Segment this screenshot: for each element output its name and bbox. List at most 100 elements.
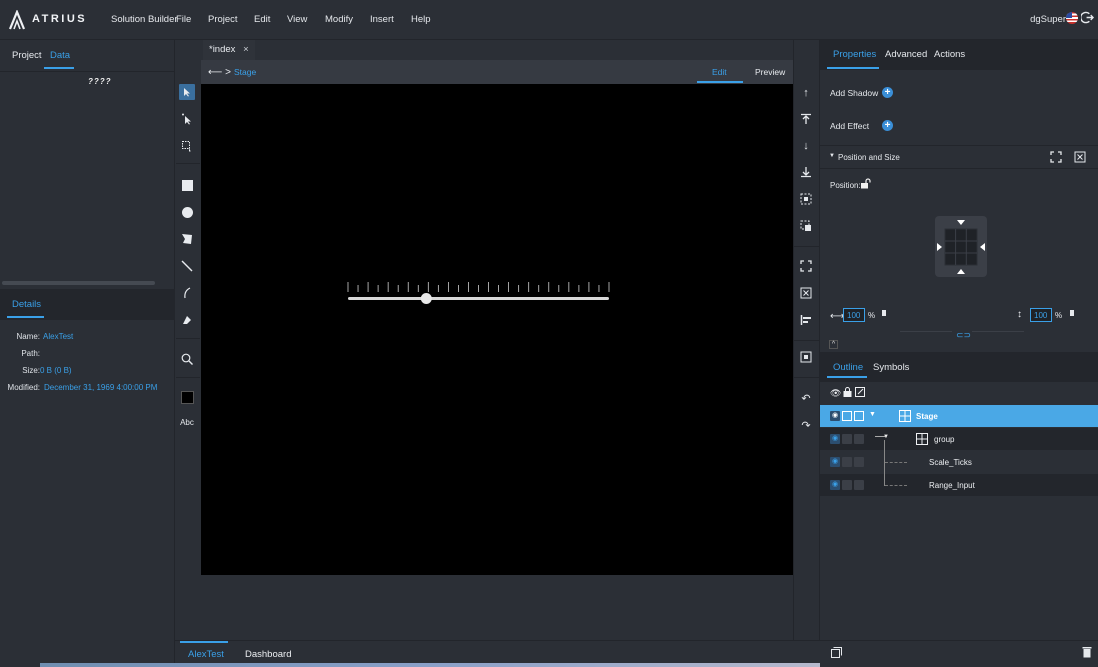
visibility-toggle[interactable]: ◉ [830,480,840,490]
edit-toggle[interactable] [854,434,864,444]
height-stepper[interactable] [1070,310,1074,316]
undo-icon[interactable]: ↶ [799,391,813,405]
outline-label: Range_Input [929,481,975,490]
lock-toggle[interactable] [842,434,852,444]
fit-screen-icon[interactable] [1050,151,1062,165]
edit-header-icon[interactable] [855,387,865,399]
anchor-widget[interactable] [935,216,987,277]
visibility-toggle[interactable]: ◉ [830,434,840,444]
visibility-toggle[interactable]: ◉ [830,457,840,467]
outline-row-group[interactable]: ◉ ▼ group [820,428,1098,450]
lock-toggle[interactable] [842,411,852,421]
width-input[interactable]: 100 [843,308,865,322]
left-scrollbar[interactable] [2,281,155,285]
username[interactable]: dgSuper [1030,14,1066,25]
collapse-triangle-icon[interactable]: ▼ [829,153,835,159]
tab-alextest[interactable]: AlexTest [188,649,224,660]
mode-edit-button[interactable]: Edit [712,67,727,77]
arc-tool-icon[interactable] [179,285,195,301]
data-logo: ???? [88,77,112,86]
menu-help[interactable]: Help [411,14,431,25]
fill-color-swatch[interactable] [179,389,195,405]
width-stepper[interactable] [882,310,886,316]
zoom-tool-icon[interactable] [179,351,195,367]
height-arrow-icon: ↕ [1017,309,1022,320]
group-icon [916,433,928,447]
stage-canvas[interactable] [201,84,793,575]
edit-toggle[interactable] [854,411,864,421]
duplicate-icon[interactable] [831,647,842,660]
send-backward-icon[interactable]: ↓ [799,139,813,153]
marquee-tool-icon[interactable] [179,138,195,154]
bring-to-front-icon[interactable] [799,112,813,126]
distribute-icon[interactable] [799,350,813,364]
menu-edit[interactable]: Edit [254,14,270,25]
ungroup-icon[interactable] [799,219,813,233]
select-tool-icon[interactable] [179,84,195,100]
logout-icon[interactable] [1081,11,1094,24]
trash-icon[interactable] [1082,646,1092,660]
group-icon[interactable] [799,192,813,206]
collapse-section-icon[interactable]: ^ [829,340,838,349]
menu-insert[interactable]: Insert [370,14,394,25]
direct-select-tool-icon[interactable] [179,111,195,127]
bring-forward-icon[interactable]: ↑ [799,86,813,100]
tab-dashboard[interactable]: Dashboard [245,649,291,660]
visibility-toggle[interactable]: ◉ [830,411,840,421]
back-arrow-icon[interactable]: ⟵ > [208,67,231,78]
ellipse-tool-icon[interactable] [179,204,195,220]
visibility-header-icon[interactable]: 👁 [830,388,841,399]
range-slider-widget[interactable] [340,276,620,310]
tab-project[interactable]: Project [12,50,42,61]
fit-selection-icon[interactable] [799,286,813,300]
redo-icon[interactable]: ↷ [799,418,813,432]
tab-advanced[interactable]: Advanced [885,49,927,60]
link-proportions-icon[interactable]: ⊂⊃ [956,330,971,341]
unlock-icon[interactable] [860,178,871,191]
menu-project[interactable]: Project [208,14,238,25]
us-flag-icon[interactable] [1066,12,1078,24]
edit-toggle[interactable] [854,480,864,490]
slider-thumb[interactable] [420,293,432,304]
brand-name: ATRIUS [32,13,88,25]
close-tab-icon[interactable]: × [243,44,249,55]
menu-view[interactable]: View [287,14,307,25]
tab-data[interactable]: Data [50,50,70,61]
align-separator [794,246,819,247]
polygon-tool-icon[interactable] [179,231,195,247]
tab-actions[interactable]: Actions [934,49,965,60]
rectangle-tool-icon[interactable] [179,177,195,193]
lock-header-icon[interactable] [843,387,852,399]
edit-toggle[interactable] [854,457,864,467]
outline-row-scale-ticks[interactable]: ◉ Scale_Ticks [820,451,1098,473]
tab-index[interactable]: *index × [203,40,255,60]
outline-row-stage[interactable]: ◉ ▼ Stage [820,405,1098,427]
tab-symbols[interactable]: Symbols [873,362,909,373]
tab-properties[interactable]: Properties [833,49,876,60]
tab-outline[interactable]: Outline [833,362,863,373]
line-tool-icon[interactable] [179,258,195,274]
fit-screen-icon[interactable] [799,259,813,273]
tree-line [885,462,907,463]
tool-separator [176,377,200,378]
lock-toggle[interactable] [842,480,852,490]
align-left-icon[interactable] [799,313,813,327]
fit-selection-icon[interactable] [1074,151,1086,165]
pen-tool-icon[interactable] [179,312,195,328]
text-tool-icon[interactable]: Abc [179,414,195,430]
menu-modify[interactable]: Modify [325,14,353,25]
expand-arrow-icon[interactable]: ▼ [869,411,876,418]
breadcrumb-stage[interactable]: Stage [234,67,256,77]
height-input[interactable]: 100 [1030,308,1052,322]
add-effect-button[interactable]: + [882,120,893,131]
outline-row-range-input[interactable]: ◉ Range_Input [820,474,1098,496]
menu-file[interactable]: File [176,14,191,25]
add-shadow-button[interactable]: + [882,87,893,98]
add-shadow-label: Add Shadow [830,88,879,98]
lock-toggle[interactable] [842,457,852,467]
tab-details[interactable]: Details [12,299,41,310]
send-to-back-icon[interactable] [799,165,813,179]
tool-strip [175,40,201,640]
atrius-logo-icon [8,10,26,30]
mode-preview-button[interactable]: Preview [755,67,785,77]
